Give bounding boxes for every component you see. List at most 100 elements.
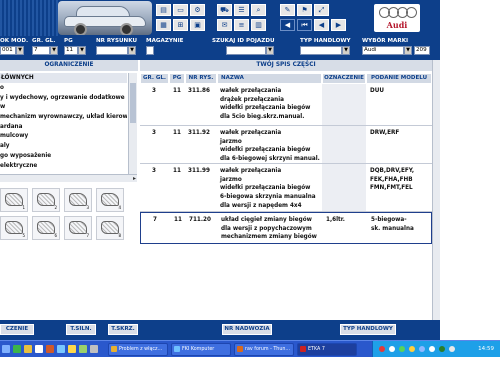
flag-icon[interactable]: ⚑	[297, 4, 312, 16]
list-item[interactable]: elektryczne	[0, 162, 127, 172]
page-icon[interactable]: ▣	[190, 19, 205, 31]
tray-icon[interactable]	[449, 346, 455, 352]
quicklaunch-icon[interactable]	[46, 345, 54, 353]
category-hscrollbar[interactable]: ▸	[0, 174, 137, 182]
brand-code-field[interactable]: 209	[414, 46, 430, 55]
id-icon[interactable]: ≡	[234, 19, 249, 31]
thumbnail[interactable]: 6	[32, 216, 60, 240]
fn-button-nr-nadwozia[interactable]: NR NADWOZIA	[222, 324, 272, 335]
column-header-oznaczenie[interactable]: OZNACZENIE	[322, 73, 366, 84]
parts-icon[interactable]: ▦	[156, 19, 171, 31]
window-icon[interactable]: ▭	[173, 4, 188, 16]
chevron-down-icon[interactable]: ▼	[404, 46, 412, 55]
tray-icon[interactable]	[409, 346, 415, 352]
thumbnail[interactable]: 2	[32, 188, 60, 212]
tray-icon[interactable]	[379, 346, 385, 352]
fn-button-czenie[interactable]: CZENIE	[0, 324, 34, 335]
pg-label: PG	[64, 38, 73, 44]
list-item[interactable]: aly	[0, 142, 127, 152]
cell-model: 5-biegowa-sk. manualna	[371, 217, 414, 232]
chevron-down-icon[interactable]: ▼	[342, 46, 350, 55]
first-icon[interactable]: ⏮	[297, 19, 312, 31]
list-item[interactable]: go wyposażenie	[0, 152, 127, 162]
thumbnail[interactable]: 8	[96, 216, 124, 240]
car-icon[interactable]: ⛟	[217, 4, 232, 16]
chevron-down-icon[interactable]: ▼	[128, 46, 136, 55]
task-button[interactable]: FKI Komputer	[171, 343, 231, 356]
column-header-nazwa[interactable]: NAZWA	[217, 73, 322, 84]
chevron-down-icon[interactable]: ▼	[16, 46, 24, 55]
fn-button-t-skrz[interactable]: T.SKRZ.	[108, 324, 138, 335]
tray-icon[interactable]	[419, 346, 425, 352]
quicklaunch-icon[interactable]	[90, 345, 98, 353]
list-item[interactable]: y i wydechowy, ogrzewanie dodatkowe	[0, 94, 127, 104]
quicklaunch-icon[interactable]	[57, 345, 65, 353]
edit-icon[interactable]: ✎	[280, 4, 295, 16]
quicklaunch-icon[interactable]	[68, 345, 76, 353]
column-header-pg[interactable]: PG	[169, 73, 185, 84]
thumbnail[interactable]: 1	[0, 188, 28, 212]
tray-icon[interactable]	[429, 346, 435, 352]
list-item[interactable]: mulcowy	[0, 132, 127, 142]
category-scrollbar[interactable]	[128, 73, 137, 174]
column-header-nr-rys[interactable]: NR RYS.	[185, 73, 217, 84]
szukaj-id-field[interactable]	[226, 46, 266, 55]
thumbnail[interactable]: 3	[64, 188, 92, 212]
nr-rysunku-field[interactable]	[96, 46, 128, 55]
doc-icon[interactable]: ▥	[251, 19, 266, 31]
note-icon[interactable]: ✉	[217, 19, 232, 31]
table-row-selected[interactable]: 7 11 711.20 układ cięgieł zmiany biegów d…	[140, 212, 432, 244]
clock[interactable]: 14:59	[478, 341, 494, 358]
cell-pg: 11	[173, 168, 181, 174]
task-button[interactable]: Problem z włącz...	[108, 343, 168, 356]
chevron-down-icon[interactable]: ▼	[50, 46, 58, 55]
print-icon[interactable]: ▤	[156, 4, 171, 16]
table-row[interactable]: 3 11 311.92 wałek przełączania jarzmo wide…	[140, 126, 432, 164]
list-item[interactable]: o	[0, 84, 127, 94]
task-button[interactable]: rav forum - Thun...	[234, 343, 294, 356]
quicklaunch-icon[interactable]	[79, 345, 87, 353]
prev-icon[interactable]: ◀	[314, 19, 329, 31]
fn-button-t-siln[interactable]: T.SILN.	[66, 324, 96, 335]
brand-name: Audi	[386, 20, 408, 30]
table-scrollbar[interactable]	[432, 60, 440, 320]
typ-handlowy-label: TYP HANDLOWY	[300, 38, 351, 44]
pg-field[interactable]: 11	[64, 46, 78, 55]
chevron-down-icon[interactable]: ▼	[266, 46, 274, 55]
quicklaunch-icon[interactable]	[2, 345, 10, 353]
tool-icon[interactable]: ⚙	[190, 4, 205, 16]
cart-icon[interactable]: ⊞	[173, 19, 188, 31]
category-list: o y i wydechowy, ogrzewanie dodatkowe w …	[0, 84, 127, 174]
table-row[interactable]: 3 11 311.86 wałek przełączania drążek prz…	[140, 84, 432, 126]
pin-icon[interactable]: ⤢	[314, 4, 329, 16]
back-icon[interactable]: ◀	[280, 19, 295, 31]
chevron-down-icon[interactable]: ▼	[78, 46, 86, 55]
thumbnail[interactable]: 5	[0, 216, 28, 240]
list-item[interactable]: w	[0, 103, 127, 113]
quicklaunch-icon[interactable]	[24, 345, 32, 353]
tray-icon[interactable]	[389, 346, 395, 352]
wybor-marki-select[interactable]: Audi	[362, 46, 404, 55]
zoom-icon[interactable]: ⌕	[251, 4, 266, 16]
quicklaunch-icon[interactable]	[35, 345, 43, 353]
column-header-gr-gl[interactable]: GR. GL.	[140, 73, 169, 84]
cell-nr-rys: 311.86	[188, 88, 210, 94]
list-item[interactable]: ardana	[0, 123, 127, 133]
thumbnail[interactable]: 7	[64, 216, 92, 240]
thumbnail[interactable]: 4	[96, 188, 124, 212]
gr-gl-field[interactable]: 7	[32, 46, 50, 55]
magazynie-checkbox[interactable]	[146, 46, 154, 55]
typ-handlowy-field[interactable]	[300, 46, 342, 55]
task-button-active[interactable]: ETKA 7	[297, 343, 357, 356]
table-row[interactable]: 3 11 311.99 wałek przełączania jarzmo wide…	[140, 164, 432, 212]
tray-icon[interactable]	[439, 346, 445, 352]
list-icon[interactable]: ☰	[234, 4, 249, 16]
katalog-field[interactable]: 001	[0, 46, 16, 55]
column-header-podanie-modelu[interactable]: PODANIE MODELU	[366, 73, 432, 84]
list-item[interactable]: mechanizm wyrownawczy, układ kierowni	[0, 113, 127, 123]
cell-gr-gl: 7	[153, 217, 157, 223]
quicklaunch-icon[interactable]	[13, 345, 21, 353]
next-icon[interactable]: ▶	[331, 19, 346, 31]
tray-icon[interactable]	[399, 346, 405, 352]
fn-button-typ-handlowy[interactable]: TYP HANDLOWY	[340, 324, 396, 335]
